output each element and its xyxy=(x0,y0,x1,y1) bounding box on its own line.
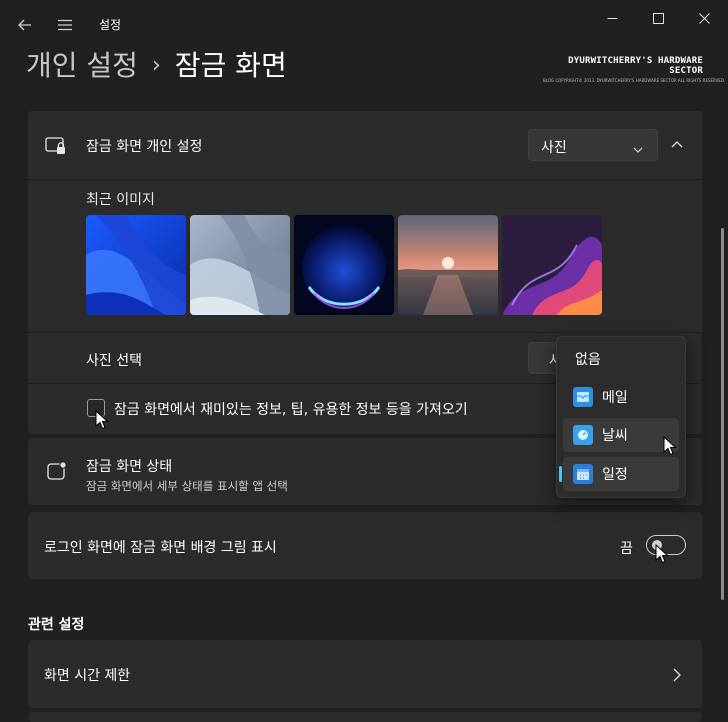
page-title: 잠금 화면 xyxy=(174,49,287,82)
popup-item-mail-label: 메일 xyxy=(602,390,628,406)
screen-timeout-label: 화면 시간 제한 xyxy=(44,668,131,684)
popup-item-weather-label: 날씨 xyxy=(602,428,628,444)
related-settings-header: 관련 설정 xyxy=(28,617,85,633)
breadcrumb-parent[interactable]: 개인 설정 xyxy=(26,49,138,82)
lock-screen-personalize-header[interactable]: 잠금 화면 개인 설정 사진 xyxy=(28,111,702,179)
mail-app-icon xyxy=(573,387,593,407)
popup-item-mail[interactable]: 메일 xyxy=(563,380,679,414)
signin-background-card: 로그인 화면에 잠금 화면 배경 그림 표시 끔 xyxy=(28,512,702,579)
title-bar: 설정 xyxy=(0,0,728,48)
watermark-title: DYURWITCHERRY'S HARDWARE SECTOR xyxy=(568,56,703,76)
status-app-popup: 없음 메일 날씨 일정 xyxy=(556,336,686,498)
chevron-right-icon xyxy=(672,667,682,686)
status-monitor-icon xyxy=(47,461,67,485)
choose-photo-label: 사진 선택 xyxy=(86,353,142,369)
chevron-up-icon[interactable] xyxy=(664,133,690,157)
watermark: DYURWITCHERRY'S HARDWARE SECTOR BLOG COP… xyxy=(543,56,726,83)
lock-screen-monitor-icon xyxy=(45,136,67,160)
lock-screen-status-title: 잠금 화면 상태 xyxy=(86,459,173,475)
lock-screen-status-text: 잠금 화면 상태 잠금 화면에서 세부 상태를 표시할 앱 선택 xyxy=(86,456,288,494)
divider xyxy=(28,179,702,180)
background-type-dropdown[interactable]: 사진 xyxy=(528,129,658,161)
recent-image-1[interactable] xyxy=(86,215,186,315)
calendar-app-icon xyxy=(573,464,593,484)
fun-facts-label: 잠금 화면에서 재미있는 정보, 팁, 유용한 정보 등을 가져오기 xyxy=(114,402,468,418)
next-related-item[interactable] xyxy=(28,712,702,722)
app-title: 설정 xyxy=(99,18,122,32)
watermark-copyright: BLOG COPYRIGHT© 2013. DYURWITCHERRY'S HA… xyxy=(543,78,726,83)
popup-item-calendar[interactable]: 일정 xyxy=(559,457,679,491)
mouse-pointer-icon xyxy=(655,543,669,564)
popup-item-none[interactable]: 없음 xyxy=(563,342,679,376)
selected-indicator xyxy=(559,466,562,482)
screen-timeout-item[interactable]: 화면 시간 제한 xyxy=(28,640,702,708)
scrollbar-thumb[interactable] xyxy=(721,228,724,600)
signin-background-toggle-state: 끔 xyxy=(620,541,633,557)
hamburger-menu-icon[interactable] xyxy=(52,12,78,38)
breadcrumb-separator: › xyxy=(151,53,161,78)
maximize-icon[interactable] xyxy=(634,4,682,32)
popup-item-none-label: 없음 xyxy=(575,352,601,368)
recent-images-label: 최근 이미지 xyxy=(86,192,155,208)
recent-image-3[interactable] xyxy=(294,215,394,315)
lock-screen-status-subtitle: 잠금 화면에서 세부 상태를 표시할 앱 선택 xyxy=(86,479,288,493)
background-type-value: 사진 xyxy=(541,140,567,156)
recent-image-2[interactable] xyxy=(190,215,290,315)
popup-item-weather[interactable]: 날씨 xyxy=(563,418,679,452)
recent-image-5[interactable] xyxy=(502,215,602,315)
back-arrow-icon[interactable] xyxy=(12,12,38,38)
popup-item-calendar-label: 일정 xyxy=(602,467,628,483)
recent-image-4[interactable] xyxy=(398,215,498,315)
weather-app-icon xyxy=(573,425,593,445)
lock-screen-personalize-title: 잠금 화면 개인 설정 xyxy=(86,139,203,155)
signin-background-title: 로그인 화면에 잠금 화면 배경 그림 표시 xyxy=(44,540,277,556)
mouse-pointer-icon xyxy=(95,409,109,430)
close-icon[interactable] xyxy=(680,4,728,32)
breadcrumb: 개인 설정 › 잠금 화면 xyxy=(26,44,287,84)
divider xyxy=(28,332,702,333)
minimize-icon[interactable] xyxy=(588,4,636,32)
mouse-pointer-icon xyxy=(663,435,677,456)
chevron-down-icon xyxy=(633,140,643,159)
